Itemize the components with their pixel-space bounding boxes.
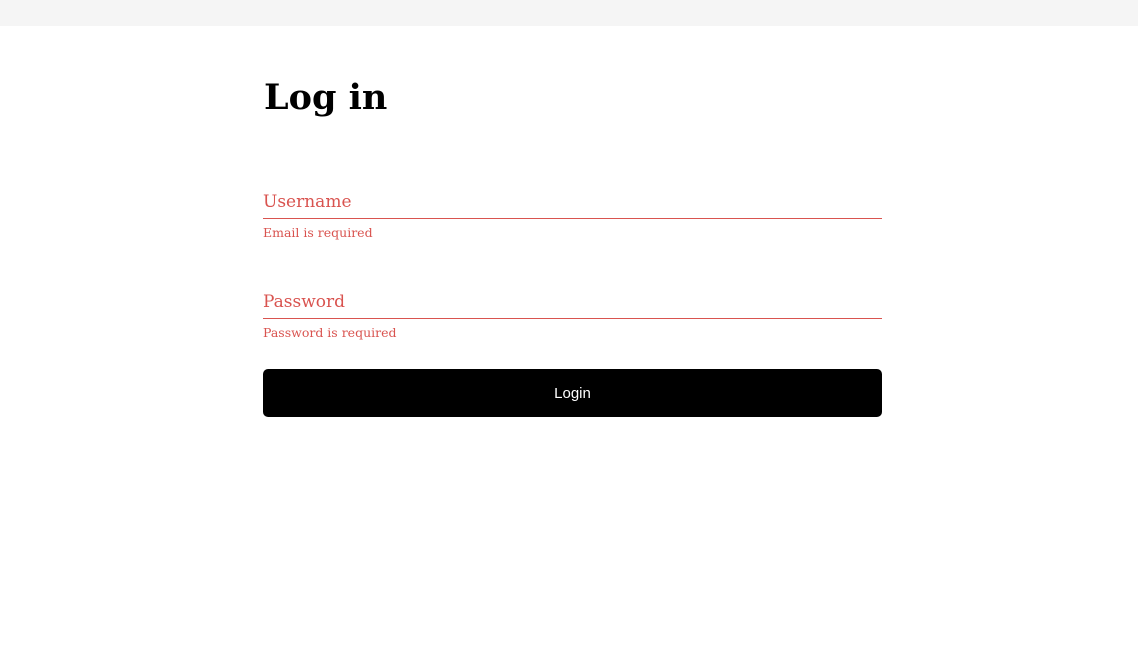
username-input[interactable] <box>263 190 882 219</box>
username-field-group: Email is required <box>263 190 882 240</box>
top-bar <box>0 0 1138 26</box>
page-title: Log in <box>264 77 388 118</box>
password-input[interactable] <box>263 290 882 319</box>
username-error-message: Email is required <box>263 225 373 240</box>
login-button[interactable]: Login <box>263 369 882 417</box>
password-field-group: Password is required <box>263 290 882 340</box>
password-error-message: Password is required <box>263 325 397 340</box>
